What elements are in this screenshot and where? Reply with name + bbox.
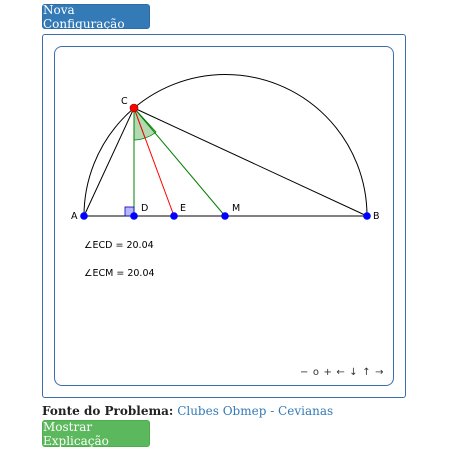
segment-ac	[83, 107, 135, 217]
median-cm	[133, 107, 226, 217]
reset-view-button[interactable]: o	[313, 367, 320, 378]
point-b[interactable]	[363, 212, 371, 220]
problem-source: Fonte do Problema: Clubes Obmep - Cevian…	[42, 404, 333, 418]
source-link[interactable]: Clubes Obmep - Cevianas	[177, 404, 333, 418]
segment-bc	[133, 107, 368, 217]
point-e	[170, 212, 178, 220]
label-c: C	[121, 96, 128, 107]
pan-right-button[interactable]: →	[375, 367, 384, 378]
zoom-out-button[interactable]: −	[300, 367, 309, 378]
label-m: M	[232, 203, 240, 214]
pan-left-button[interactable]: ←	[336, 367, 345, 378]
point-d	[130, 212, 138, 220]
label-e: E	[180, 203, 186, 214]
label-b: B	[373, 211, 380, 222]
point-m	[221, 212, 229, 220]
show-explanation-button[interactable]: Mostrar Explicação	[42, 420, 150, 448]
source-label: Fonte do Problema:	[42, 404, 174, 418]
measure-angle-ecm: ∠ECM = 20.04	[84, 268, 155, 279]
label-a: A	[71, 211, 78, 222]
geometry-drawing: A B C D E M ∠ECD = 20.04 ∠ECM = 20.04	[71, 74, 380, 279]
board-navigation: − o + ← ↓ ↑ →	[300, 367, 388, 378]
pan-up-button[interactable]: ↑	[362, 367, 371, 378]
pan-down-button[interactable]: ↓	[349, 367, 358, 378]
zoom-in-button[interactable]: +	[324, 367, 333, 378]
measure-angle-ecd: ∠ECD = 20.04	[84, 240, 154, 251]
label-d: D	[141, 203, 148, 214]
point-c[interactable]	[129, 103, 139, 113]
point-a[interactable]	[80, 212, 88, 220]
